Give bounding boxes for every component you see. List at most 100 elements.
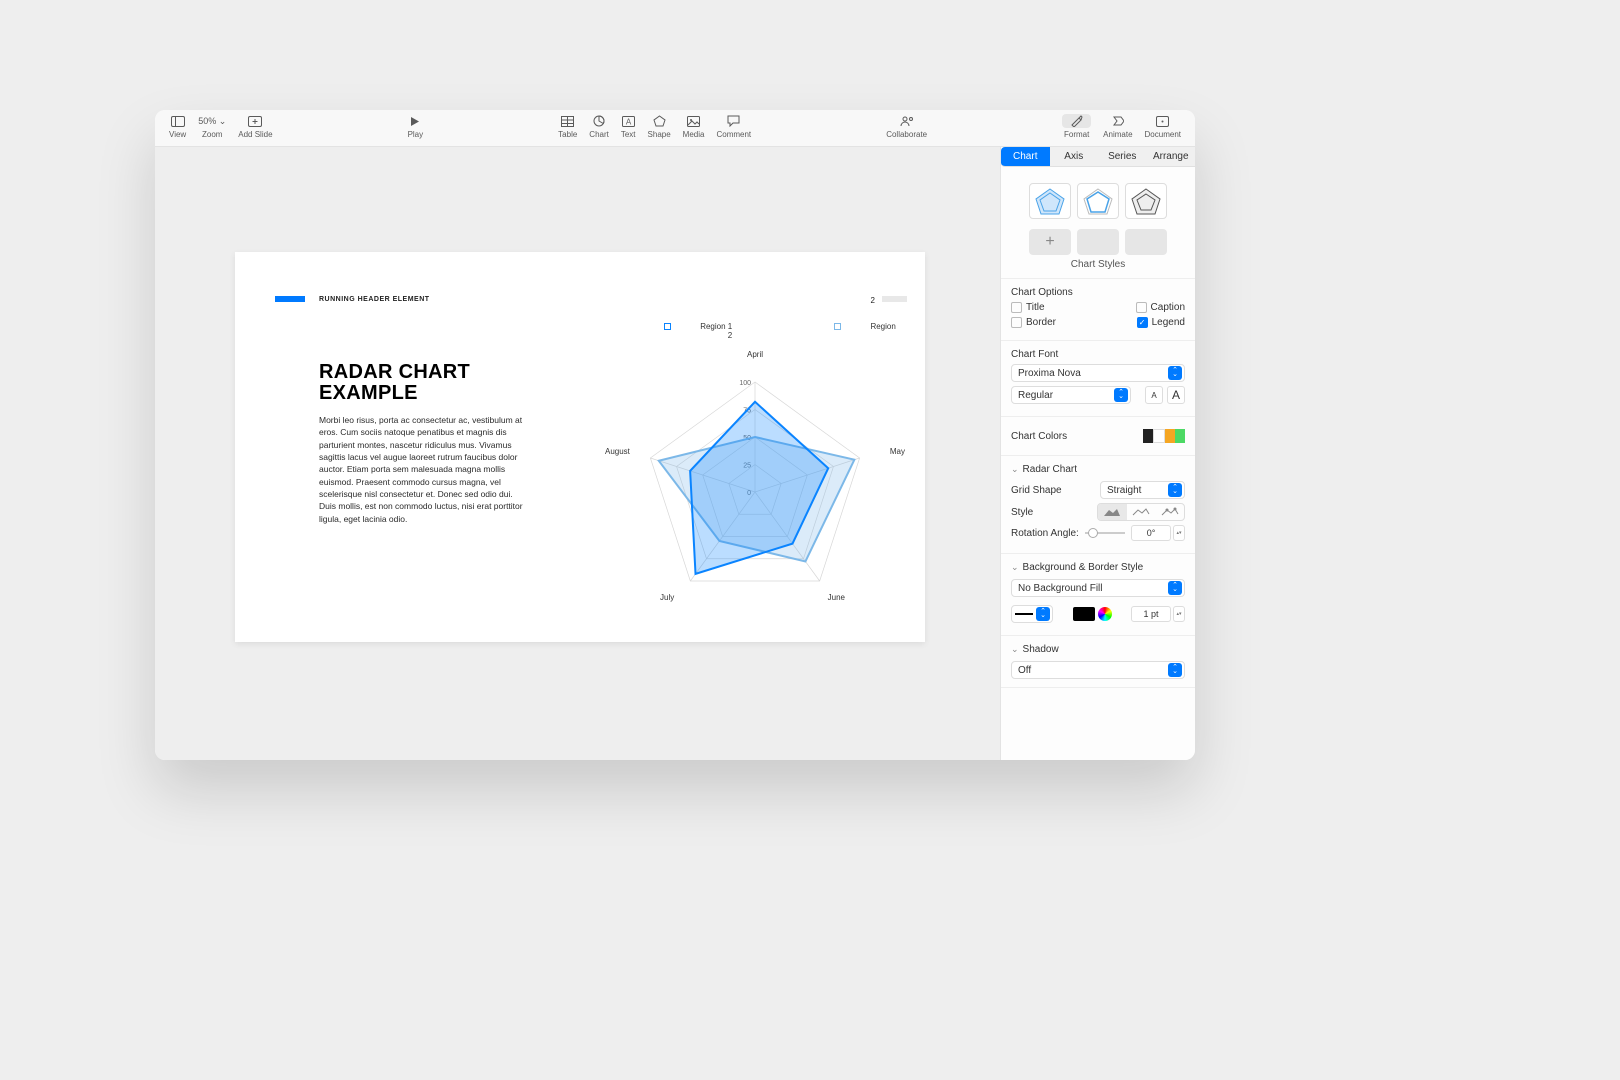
chart-styles-section: + Chart Styles	[1001, 167, 1195, 279]
background-border-header[interactable]: Background & Border Style	[1011, 562, 1185, 573]
shape-icon	[653, 114, 666, 128]
option-caption-checkbox[interactable]: Caption	[1136, 302, 1185, 313]
stroke-width-value[interactable]: 1 pt	[1131, 606, 1171, 622]
style-slot-3[interactable]	[1125, 229, 1167, 255]
dropdown-arrows-icon: ⌃⌄	[1114, 388, 1128, 402]
dropdown-arrows-icon: ⌃⌄	[1168, 483, 1182, 497]
chart-style-2[interactable]	[1077, 183, 1119, 219]
stroke-style-select[interactable]: ⌃⌄	[1011, 605, 1053, 623]
tab-chart[interactable]: Chart	[1001, 147, 1050, 167]
table-icon	[561, 114, 574, 128]
toolbar-media[interactable]: Media	[683, 114, 705, 139]
font-family-select[interactable]: Proxima Nova⌃⌄	[1011, 364, 1185, 382]
chart-style-1[interactable]	[1029, 183, 1071, 219]
rotation-angle-label: Rotation Angle:	[1011, 528, 1079, 539]
chart-color-palette[interactable]	[1143, 429, 1185, 443]
dropdown-arrows-icon: ⌃⌄	[1036, 607, 1050, 621]
tab-axis[interactable]: Axis	[1050, 147, 1099, 167]
svg-text:100: 100	[739, 380, 751, 387]
text-icon: A	[622, 114, 635, 128]
toolbar-document[interactable]: Document	[1145, 114, 1181, 139]
toolbar-text[interactable]: A Text	[621, 114, 636, 139]
play-icon	[410, 114, 420, 128]
font-size-smaller-button[interactable]: A	[1145, 386, 1163, 404]
toolbar-add-slide-label: Add Slide	[238, 130, 272, 139]
toolbar-play[interactable]: Play	[408, 114, 424, 139]
font-size-larger-button[interactable]: A	[1167, 386, 1185, 404]
running-header: RUNNING HEADER ELEMENT	[319, 296, 430, 303]
chart-options-section: Chart Options Title Caption Border ✓Lege…	[1001, 279, 1195, 341]
stroke-line-icon	[1015, 613, 1033, 615]
toolbar-zoom[interactable]: 50% ⌄ Zoom	[198, 114, 226, 139]
radar-chart[interactable]: Region 1 Region 2 April May June July Au…	[605, 322, 905, 622]
collaborate-icon	[900, 114, 914, 128]
app-window: View 50% ⌄ Zoom Add Slide Play Table Cha…	[155, 110, 1195, 760]
slide-body-text: Morbi leo risus, porta ac consectetur ac…	[319, 414, 524, 525]
inspector-tabs: Chart Axis Series Arrange	[1001, 147, 1195, 167]
toolbar-format[interactable]: Format	[1062, 114, 1091, 139]
radar-style-line-icon[interactable]	[1127, 504, 1156, 520]
add-style-button[interactable]: +	[1029, 229, 1071, 255]
inspector-panel: Chart Axis Series Arrange + Chart Styles…	[1000, 147, 1195, 760]
chart-colors-header: Chart Colors	[1011, 431, 1067, 442]
radar-chart-header[interactable]: Radar Chart	[1011, 464, 1185, 475]
option-border-checkbox[interactable]: Border	[1011, 317, 1056, 328]
grid-shape-select[interactable]: Straight⌃⌄	[1100, 481, 1185, 499]
toolbar-animate[interactable]: Animate	[1103, 114, 1132, 139]
toolbar-view-label: View	[169, 130, 186, 139]
font-weight-select[interactable]: Regular⌃⌄	[1011, 386, 1131, 404]
toolbar-view[interactable]: View	[169, 114, 186, 139]
background-fill-select[interactable]: No Background Fill⌃⌄	[1011, 579, 1185, 597]
style-slot-2[interactable]	[1077, 229, 1119, 255]
slide-page-number: 2	[871, 296, 875, 305]
option-legend-checkbox[interactable]: ✓Legend	[1137, 317, 1185, 328]
comment-icon	[727, 114, 740, 128]
chart-colors-section: Chart Colors	[1001, 417, 1195, 456]
stroke-color-well[interactable]	[1073, 607, 1095, 621]
rotation-angle-slider[interactable]	[1085, 532, 1125, 534]
option-title-checkbox[interactable]: Title	[1011, 302, 1045, 313]
chart-style-3[interactable]	[1125, 183, 1167, 219]
animate-icon	[1111, 114, 1124, 128]
shadow-header[interactable]: Shadow	[1011, 644, 1185, 655]
radar-svg: 0255075100	[605, 322, 905, 622]
tab-series[interactable]: Series	[1098, 147, 1147, 167]
dropdown-arrows-icon: ⌃⌄	[1168, 366, 1182, 380]
svg-text:A: A	[626, 117, 632, 126]
toolbar-table[interactable]: Table	[558, 114, 577, 139]
toolbar-collaborate[interactable]: Collaborate	[886, 114, 927, 139]
shadow-select[interactable]: Off⌃⌄	[1011, 661, 1185, 679]
chart-font-header: Chart Font	[1011, 349, 1185, 360]
slide-progress-bar	[882, 296, 907, 302]
background-border-section: Background & Border Style No Background …	[1001, 554, 1195, 636]
color-picker-icon[interactable]	[1098, 607, 1112, 621]
rotation-angle-stepper[interactable]: ▴▾	[1173, 525, 1185, 541]
format-icon	[1062, 114, 1091, 128]
media-icon	[687, 114, 700, 128]
toolbar-add-slide[interactable]: Add Slide	[238, 114, 272, 139]
toolbar-chart[interactable]: Chart	[589, 114, 609, 139]
plus-slide-icon	[248, 114, 262, 128]
dropdown-arrows-icon: ⌃⌄	[1168, 663, 1182, 677]
toolbar-shape[interactable]: Shape	[648, 114, 671, 139]
style-label: Style	[1011, 507, 1033, 518]
dropdown-arrows-icon: ⌃⌄	[1168, 581, 1182, 595]
grid-shape-label: Grid Shape	[1011, 485, 1062, 496]
shadow-section: Shadow Off⌃⌄	[1001, 636, 1195, 688]
chart-styles-label: Chart Styles	[1011, 259, 1185, 270]
radar-style-segmented[interactable]	[1097, 503, 1185, 521]
toolbar: View 50% ⌄ Zoom Add Slide Play Table Cha…	[155, 110, 1195, 147]
radar-chart-section: Radar Chart Grid Shape Straight⌃⌄ Style …	[1001, 456, 1195, 554]
toolbar-play-label: Play	[408, 130, 424, 139]
radar-style-dots-icon[interactable]	[1155, 504, 1184, 520]
chart-icon	[593, 114, 605, 128]
stroke-width-stepper[interactable]: ▴▾	[1173, 606, 1185, 622]
radar-style-filled-icon[interactable]	[1098, 504, 1127, 520]
toolbar-comment[interactable]: Comment	[716, 114, 751, 139]
tab-arrange[interactable]: Arrange	[1147, 147, 1196, 167]
sidebar-icon	[171, 114, 185, 128]
rotation-angle-value[interactable]: 0°	[1131, 525, 1171, 541]
slide[interactable]: RUNNING HEADER ELEMENT 2 RADAR CHART EXA…	[235, 252, 925, 642]
document-icon	[1156, 114, 1169, 128]
header-accent-bar	[275, 296, 305, 302]
